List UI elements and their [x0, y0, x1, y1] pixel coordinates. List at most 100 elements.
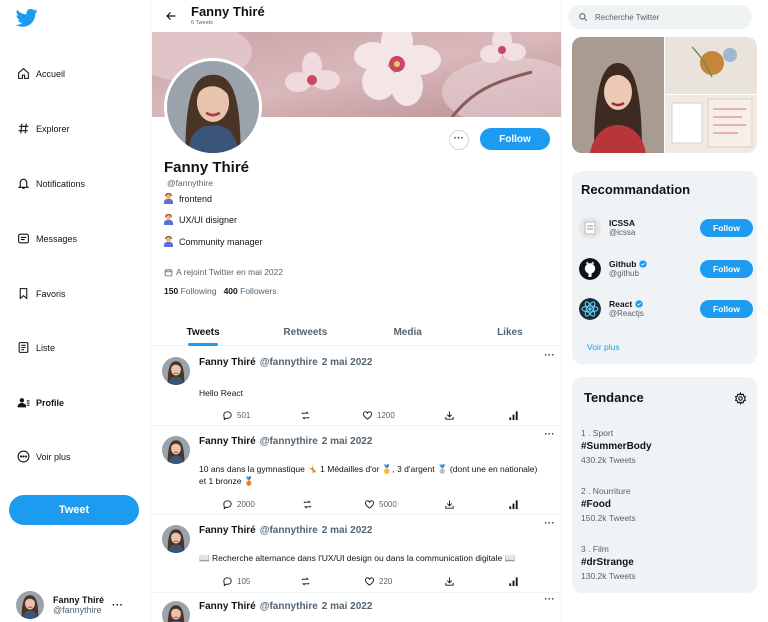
- retweet-button[interactable]: [302, 499, 317, 510]
- follow-button[interactable]: Follow: [700, 260, 753, 278]
- bio-line: UX/UI disigner: [164, 214, 237, 225]
- avatar: [16, 591, 44, 619]
- person-emoji-icon: [164, 193, 173, 204]
- share-button[interactable]: [444, 410, 459, 421]
- bio-line: Community manager: [164, 236, 263, 247]
- trend-item[interactable]: 3 . Film #drStrange 130.2k Tweets: [581, 544, 751, 581]
- more-dots-icon[interactable]: ···: [545, 429, 556, 439]
- tweet-author[interactable]: Fanny Thiré: [199, 436, 256, 447]
- tweet-handle[interactable]: @fannythire: [260, 436, 318, 447]
- sidebar-item-label: Liste: [36, 342, 56, 353]
- tab-media[interactable]: Media: [357, 320, 459, 345]
- twitter-bird-icon[interactable]: [16, 8, 38, 28]
- search-icon: [579, 13, 588, 22]
- back-arrow-icon[interactable]: [165, 10, 177, 22]
- verified-badge-icon: [635, 300, 643, 308]
- tweet-date[interactable]: 2 mai 2022: [322, 525, 373, 536]
- media-thumbnails[interactable]: [572, 37, 757, 153]
- like-button[interactable]: 5000: [364, 499, 397, 510]
- tab-retweets[interactable]: Retweets: [254, 320, 356, 345]
- reply-button[interactable]: 2000: [222, 499, 255, 510]
- gear-icon[interactable]: [734, 392, 747, 405]
- trend-hashtag[interactable]: #SummerBody: [581, 441, 751, 455]
- analytics-button[interactable]: [508, 576, 523, 587]
- trend-hashtag[interactable]: #Food: [581, 499, 751, 513]
- more-dots-icon[interactable]: ···: [545, 518, 556, 528]
- tweet[interactable]: Fanny Thiré @fannythire 2 mai 2022 ··· 📖 R…: [152, 515, 561, 593]
- bell-icon: [17, 178, 30, 189]
- avatar[interactable]: [162, 525, 190, 553]
- retweet-button[interactable]: [300, 410, 315, 421]
- follow-button[interactable]: Follow: [700, 300, 753, 318]
- tab-tweets[interactable]: Tweets: [152, 320, 254, 346]
- account-switcher[interactable]: Fanny Thiré @fannythire ···: [16, 590, 144, 620]
- analytics-button[interactable]: [508, 499, 523, 510]
- follow-button[interactable]: Follow: [480, 128, 550, 150]
- trend-count: 150.2k Tweets: [581, 513, 636, 523]
- search-bar[interactable]: [568, 5, 752, 29]
- tweet-date[interactable]: 2 mai 2022: [322, 436, 373, 447]
- share-button[interactable]: [444, 499, 459, 510]
- tab-likes[interactable]: Likes: [459, 320, 561, 345]
- more-dots-icon[interactable]: ···: [545, 350, 556, 360]
- tweet-author[interactable]: Fanny Thiré: [199, 525, 256, 536]
- sidebar-item-profile[interactable]: Profile: [17, 396, 64, 409]
- more-dots-icon[interactable]: ···: [545, 594, 556, 604]
- like-button[interactable]: 1200: [362, 410, 395, 421]
- tweet-handle[interactable]: @fannythire: [260, 525, 318, 536]
- like-button[interactable]: 220: [364, 576, 392, 587]
- more-options-button[interactable]: ···: [449, 130, 469, 150]
- tweet-handle[interactable]: @fannythire: [260, 601, 318, 612]
- tweet-handle[interactable]: @fannythire: [260, 357, 318, 368]
- trend-hashtag[interactable]: #drStrange: [581, 557, 751, 571]
- reply-button[interactable]: 105: [222, 576, 250, 587]
- share-button[interactable]: [444, 576, 459, 587]
- followers-count[interactable]: 400: [224, 286, 238, 296]
- bio-text: frontend: [179, 194, 213, 204]
- analytics-button[interactable]: [508, 410, 523, 421]
- recommendation-item[interactable]: React @Reactjs Follow: [579, 298, 753, 322]
- sidebar-item-notifications[interactable]: Notifications: [17, 177, 85, 190]
- recommendation-item[interactable]: Github @github Follow: [579, 258, 753, 282]
- sidebar-item-liste[interactable]: Liste: [17, 341, 55, 354]
- tweet-header: Fanny Thiré @fannythire 2 mai 2022: [199, 525, 372, 536]
- tweet-date[interactable]: 2 mai 2022: [322, 601, 373, 612]
- more-circle-icon: [17, 450, 30, 463]
- avatar[interactable]: [162, 601, 190, 622]
- reply-button[interactable]: 501: [222, 410, 250, 421]
- card-title: Tendance: [584, 390, 644, 405]
- reply-count: 2000: [237, 500, 255, 509]
- avatar[interactable]: [162, 357, 190, 385]
- sidebar-item-favoris[interactable]: Favoris: [17, 287, 66, 300]
- retweet-button[interactable]: [300, 576, 315, 587]
- tweet[interactable]: Fanny Thiré @fannythire 2 mai 2022 ··· Hel…: [152, 347, 561, 426]
- account-name-text: React: [609, 299, 633, 309]
- sidebar-item-voir-plus[interactable]: Voir plus: [17, 450, 71, 463]
- recommendation-item[interactable]: ICSSA @icssa Follow: [579, 217, 753, 241]
- tweet[interactable]: Fanny Thiré @fannythire 2 mai 2022 ··· 10 …: [152, 426, 561, 515]
- followers-label[interactable]: Followers: [240, 286, 276, 296]
- tweet-button[interactable]: Tweet: [9, 495, 139, 525]
- following-label[interactable]: Following: [181, 286, 217, 296]
- tweet[interactable]: Fanny Thiré @fannythire 2 mai 2022 ···: [152, 593, 561, 622]
- reply-icon: [223, 577, 232, 587]
- tweet-text: 10 ans dans la gymnastique 🤸 1 Médailles…: [199, 464, 538, 486]
- avatar[interactable]: [162, 436, 190, 464]
- tweet-author[interactable]: Fanny Thiré: [199, 357, 256, 368]
- account-name-text: Github: [609, 259, 637, 269]
- tweet-author[interactable]: Fanny Thiré: [199, 601, 256, 612]
- sidebar-item-explorer[interactable]: Explorer: [17, 122, 70, 135]
- follow-button[interactable]: Follow: [700, 219, 753, 237]
- following-count[interactable]: 150: [164, 286, 178, 296]
- tweet-date[interactable]: 2 mai 2022: [322, 357, 373, 368]
- see-more-link[interactable]: Voir plus: [587, 342, 620, 352]
- sidebar-item-messages[interactable]: Messages: [17, 232, 77, 245]
- trend-category: 2 . Nourriture: [581, 486, 631, 496]
- profile-photo[interactable]: [164, 58, 262, 156]
- more-dots-icon[interactable]: ···: [112, 600, 124, 611]
- sidebar-item-accueil[interactable]: Accueil: [17, 67, 65, 80]
- search-input[interactable]: [595, 12, 745, 22]
- like-count: 5000: [379, 500, 397, 509]
- trend-item[interactable]: 1 . Sport #SummerBody 430.2k Tweets: [581, 428, 751, 465]
- trend-item[interactable]: 2 . Nourriture #Food 150.2k Tweets: [581, 486, 751, 523]
